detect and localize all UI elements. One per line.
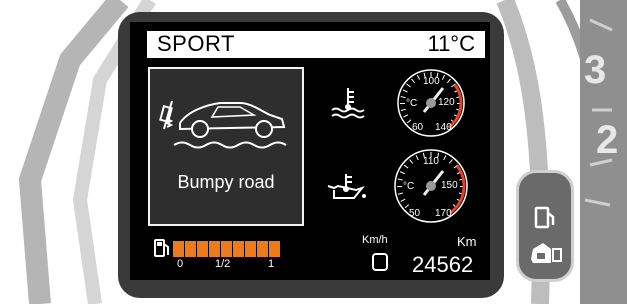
tachometer-digit-3: 3	[584, 48, 607, 92]
fuel-segment	[245, 241, 256, 257]
gauge-label: °C	[406, 98, 417, 109]
gauge-label: °C	[403, 181, 414, 192]
fuel-tick-full: 1	[268, 258, 275, 270]
fuel-segment	[257, 241, 268, 257]
fuel-segment	[233, 241, 244, 257]
fuel-segment	[185, 241, 196, 257]
outside-temperature: 11°C	[427, 31, 475, 56]
message-panel: Bumpy road	[148, 67, 304, 226]
car-suspension-icon	[159, 100, 287, 149]
gauge-label: 60	[412, 122, 424, 133]
indicator-pod	[516, 170, 574, 282]
gauge-label: 110	[423, 156, 439, 167]
status-header: SPORT 11°C	[146, 30, 486, 59]
gauge-label: 140	[435, 122, 452, 133]
fuel-tick-empty: 0	[177, 258, 184, 270]
fuel-door-icon	[531, 243, 562, 263]
fuel-icon	[154, 239, 169, 257]
coolant-temp-gauge: 100 °C 120 60 140	[397, 69, 465, 137]
speed-unit: Km/h	[362, 234, 388, 246]
fuel-segment	[209, 241, 220, 257]
drive-mode-label: SPORT	[157, 31, 235, 56]
gauge-label: 50	[409, 208, 421, 219]
fuel-warning-icon	[534, 206, 555, 229]
instrument-cluster: 3 2 SPORT 11°C Bumpy road 100 °C 120 60 …	[0, 0, 627, 304]
oil-temp-icon	[327, 174, 366, 199]
odometer-value: 24562	[412, 252, 474, 277]
fuel-level-bar	[173, 241, 280, 257]
fuel-segment	[197, 241, 208, 257]
gauge-label: 100	[423, 76, 440, 87]
gauge-label: 170	[435, 208, 452, 219]
tachometer-digit-2: 2	[596, 118, 619, 162]
gauge-label: 120	[438, 97, 455, 108]
odometer-reset-icon	[372, 253, 388, 271]
coolant-temp-icon	[331, 88, 365, 119]
gauge-hub	[426, 98, 436, 108]
gauge-label: 150	[441, 180, 458, 191]
road-condition-message: Bumpy road	[177, 172, 275, 192]
fuel-segment	[173, 241, 184, 257]
oil-temp-gauge: 110 °C 150 50 170	[394, 149, 468, 223]
gauge-hub	[426, 181, 436, 191]
fuel-segment	[269, 241, 280, 257]
odometer-unit: Km	[457, 234, 477, 249]
fuel-segment	[221, 241, 232, 257]
fuel-tick-half: 1/2	[215, 258, 231, 270]
